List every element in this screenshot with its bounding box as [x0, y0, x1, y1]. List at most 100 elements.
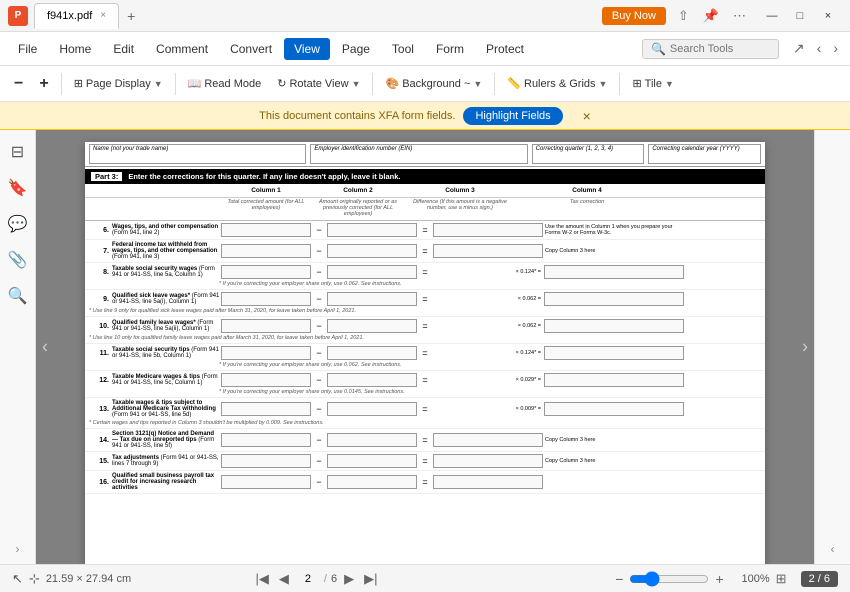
row15-col2[interactable]	[327, 454, 417, 468]
panel-bookmark-icon[interactable]: 🔖	[4, 174, 32, 202]
row6-col2[interactable]	[327, 223, 417, 237]
menu-protect[interactable]: Protect	[476, 38, 534, 60]
external-link-icon[interactable]: ↗	[789, 38, 809, 59]
row16-col2[interactable]	[327, 475, 417, 489]
menu-tool[interactable]: Tool	[382, 38, 424, 60]
panel-search-icon[interactable]: 🔍	[4, 282, 32, 310]
row6-col1[interactable]	[221, 223, 311, 237]
minimize-btn[interactable]: —	[758, 5, 786, 27]
row11-col4[interactable]	[544, 346, 684, 360]
back-icon[interactable]: ‹	[813, 38, 826, 59]
row14-col1[interactable]	[221, 433, 311, 447]
next-page-btn[interactable]: ›	[798, 329, 812, 366]
page-badge: 2 / 6	[801, 571, 838, 587]
row13-col4[interactable]	[544, 402, 684, 416]
row8-col4[interactable]	[544, 265, 684, 279]
menu-file[interactable]: File	[8, 38, 47, 60]
maximize-btn[interactable]: □	[786, 5, 814, 27]
zoom-out-status-btn[interactable]: −	[615, 571, 623, 587]
menu-page[interactable]: Page	[332, 38, 380, 60]
pin-icon[interactable]: 📌	[699, 6, 723, 26]
row6-col4: Use the amount in Column 1 when you prep…	[544, 223, 684, 237]
menu-edit[interactable]: Edit	[103, 38, 144, 60]
fit-page-btn[interactable]: ⊞	[776, 571, 787, 587]
row14-col3b[interactable]	[433, 433, 543, 447]
row16-col3b[interactable]	[433, 475, 543, 489]
share-icon[interactable]: ⇧	[674, 6, 693, 26]
row12-col4[interactable]	[544, 373, 684, 387]
select-tool-icon[interactable]: ⊹	[29, 571, 40, 587]
right-panel-collapse-btn[interactable]: ‹	[831, 542, 835, 556]
row12-op2: =	[418, 375, 432, 385]
rotate-view-btn[interactable]: ↻ Rotate View ▼	[271, 74, 366, 93]
row8-col1[interactable]	[221, 265, 311, 279]
zoom-slider[interactable]	[629, 571, 709, 587]
tile-btn[interactable]: ⊞ Tile ▼	[626, 74, 679, 93]
more-icon[interactable]: ⋯	[729, 6, 750, 26]
row12-col1[interactable]	[221, 373, 311, 387]
row15-col3b[interactable]	[433, 454, 543, 468]
row13-col2[interactable]	[327, 402, 417, 416]
row6-col3[interactable]	[433, 223, 543, 237]
panel-pages-icon[interactable]: ⊟	[7, 138, 28, 166]
panel-comment-icon[interactable]: 💬	[4, 210, 32, 238]
next-page-nav-btn[interactable]: ▶	[341, 570, 357, 588]
forward-icon[interactable]: ›	[829, 38, 842, 59]
menu-home[interactable]: Home	[49, 38, 101, 60]
row7-col1[interactable]	[221, 244, 311, 258]
notification-close-btn[interactable]: ×	[583, 108, 591, 124]
zoom-in-status-btn[interactable]: +	[715, 571, 723, 587]
search-input[interactable]	[670, 43, 770, 55]
cursor-tool-icon[interactable]: ↖	[12, 571, 23, 587]
status-right: − + 100% ⊞ 2 / 6	[615, 571, 838, 587]
zoom-out-btn[interactable]: −	[8, 72, 29, 96]
row7-col2[interactable]	[327, 244, 417, 258]
close-btn[interactable]: ×	[814, 5, 842, 27]
prev-page-nav-btn[interactable]: ◀	[276, 570, 292, 588]
menu-convert[interactable]: Convert	[220, 38, 282, 60]
read-mode-btn[interactable]: 📖 Read Mode	[182, 74, 268, 93]
row12-col2[interactable]	[327, 373, 417, 387]
rulers-grids-btn[interactable]: 📏 Rulers & Grids ▼	[501, 74, 613, 93]
panel-attachment-icon[interactable]: 📎	[4, 246, 32, 274]
prev-page-btn[interactable]: ‹	[38, 329, 52, 366]
tab-close-btn[interactable]: ×	[100, 10, 106, 21]
row14-col2[interactable]	[327, 433, 417, 447]
row8-col2[interactable]	[327, 265, 417, 279]
row15-col1[interactable]	[221, 454, 311, 468]
new-tab-btn[interactable]: +	[119, 4, 143, 28]
row9-num: 9.	[89, 296, 111, 303]
page-display-btn[interactable]: ⊞ Page Display ▼	[68, 74, 169, 93]
row7-col3[interactable]	[433, 244, 543, 258]
menu-form[interactable]: Form	[426, 38, 474, 60]
row12-label: Taxable Medicare wages & tips (Form 941 …	[112, 374, 220, 386]
search-box[interactable]: 🔍	[642, 39, 779, 59]
first-page-btn[interactable]: |◀	[253, 570, 272, 588]
active-tab[interactable]: f941x.pdf ×	[34, 3, 119, 29]
row9-col4[interactable]	[544, 292, 684, 306]
row10-col4[interactable]	[544, 319, 684, 333]
row9-col1[interactable]	[221, 292, 311, 306]
row13-multiplier: × 0.009* =	[433, 406, 543, 412]
menu-comment[interactable]: Comment	[146, 38, 218, 60]
row12-multiplier: × 0.029* =	[433, 377, 543, 383]
row15-num: 15.	[89, 458, 111, 465]
left-panel-collapse-btn[interactable]: ›	[16, 542, 20, 556]
page-number-input[interactable]	[296, 573, 320, 585]
buy-now-button[interactable]: Buy Now	[602, 7, 666, 25]
row9-col2[interactable]	[327, 292, 417, 306]
row16-col1[interactable]	[221, 475, 311, 489]
highlight-fields-btn[interactable]: Highlight Fields	[463, 107, 562, 125]
menu-view[interactable]: View	[284, 38, 330, 60]
last-page-btn[interactable]: ▶|	[361, 570, 380, 588]
background-btn[interactable]: 🎨 Background ~ ▼	[379, 74, 488, 93]
row13-col1[interactable]	[221, 402, 311, 416]
row11-op1: −	[312, 348, 326, 358]
row11-col2[interactable]	[327, 346, 417, 360]
row10-col2[interactable]	[327, 319, 417, 333]
row15-col4: Copy Column 3 here	[544, 457, 684, 465]
row11-col1[interactable]	[221, 346, 311, 360]
row10-col1[interactable]	[221, 319, 311, 333]
tile-icon: ⊞	[632, 77, 641, 90]
zoom-in-btn[interactable]: +	[33, 72, 54, 96]
